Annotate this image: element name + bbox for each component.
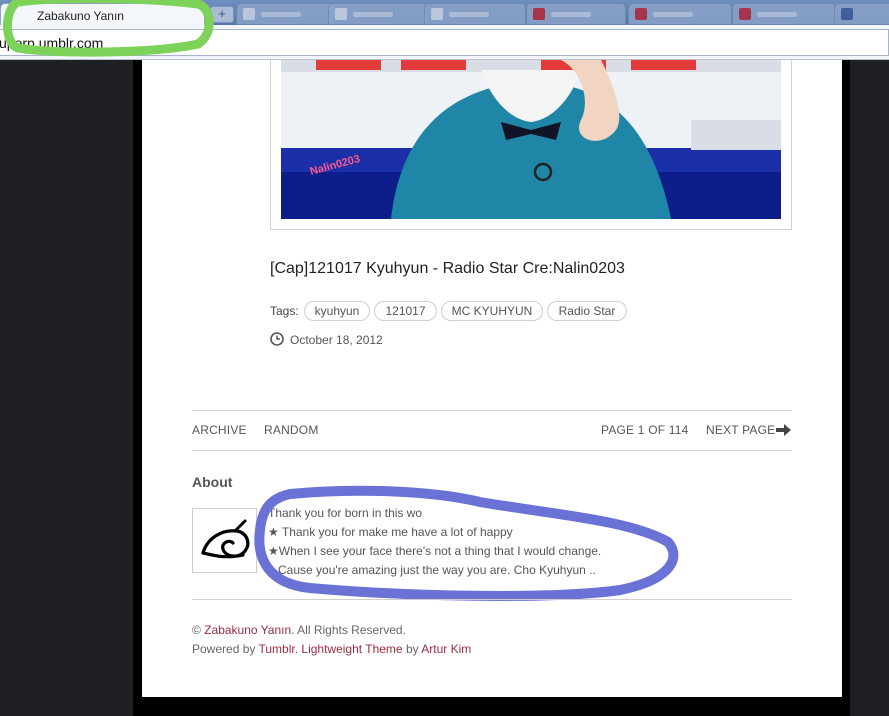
arrow-right-icon[interactable] [776,423,792,437]
blog-name-link[interactable]: Zabakuno Yanın [204,623,291,637]
tab-background[interactable] [732,3,836,25]
post-photo[interactable]: Nalin0203 [281,60,781,219]
favicon-icon [431,8,443,20]
by-text: by [405,642,419,656]
divider [192,410,792,411]
tags-label: Tags: [270,304,299,318]
divider [192,599,792,600]
gmail-icon [533,8,545,20]
address-bar[interactable]: uperp umblr.com [0,29,889,56]
footer-credits: Powered by Tumblr. Lightweight Theme by … [192,642,472,656]
facebook-icon [841,8,853,20]
copyright-symbol: © [192,623,201,637]
bio-line: Cause you're amazing just the way you ar… [278,563,596,577]
address-text: uperp umblr.com [0,35,104,51]
tag-link[interactable]: Radio Star [547,301,627,321]
powered-by-text: Powered by [192,642,256,656]
about-heading: About [192,474,233,490]
tumblr-link[interactable]: Tumblr [259,642,295,656]
new-tab-button[interactable]: + [210,6,234,23]
tab-background[interactable] [328,3,428,25]
archive-link[interactable]: ARCHIVE [192,423,247,437]
rights-text: . All Rights Reserved. [291,623,406,637]
bio-line: ★When I see your face there's not a thin… [268,544,602,558]
footer-copyright: © Zabakuno Yanın. All Rights Reserved. [192,623,406,637]
tab-background[interactable] [834,3,889,25]
tab-background[interactable] [424,3,526,25]
tag-link[interactable]: kyuhyun [304,301,370,321]
tag-link[interactable]: MC KYUHYUN [441,301,543,321]
tab-active[interactable]: Zabakuno Yanın [0,3,205,25]
leaf-village-symbol-icon [201,519,250,559]
theme-link[interactable]: Lightweight Theme [301,642,402,656]
tab-background[interactable] [526,3,626,25]
random-link[interactable]: RANDOM [264,423,319,437]
clock-icon [270,332,284,346]
tag-link[interactable]: 121017 [374,301,437,321]
page-info: PAGE 1 OF 114 [601,423,689,437]
divider [192,450,792,451]
favicon-icon [635,8,647,20]
next-page-link[interactable]: NEXT PAGE [706,423,775,437]
favicon-icon [243,8,255,20]
author-link[interactable]: Artur Kim [421,642,471,656]
favicon-icon [335,8,347,20]
tab-background[interactable] [236,3,336,25]
bio-line: ★ Thank you for make me have a lot of ha… [268,525,513,539]
post-date[interactable]: October 18, 2012 [290,333,383,347]
avatar[interactable] [192,508,257,573]
post-title[interactable]: [Cap]121017 Kyuhyun - Radio Star Cre:Nal… [270,260,625,278]
bio-line: Thank you for born in this wo [268,506,423,520]
tab-strip: Zabakuno Yanın + [0,0,889,25]
tab-title: Zabakuno Yanın [37,9,124,23]
tab-background[interactable] [628,3,732,25]
favicon-icon [739,8,751,20]
